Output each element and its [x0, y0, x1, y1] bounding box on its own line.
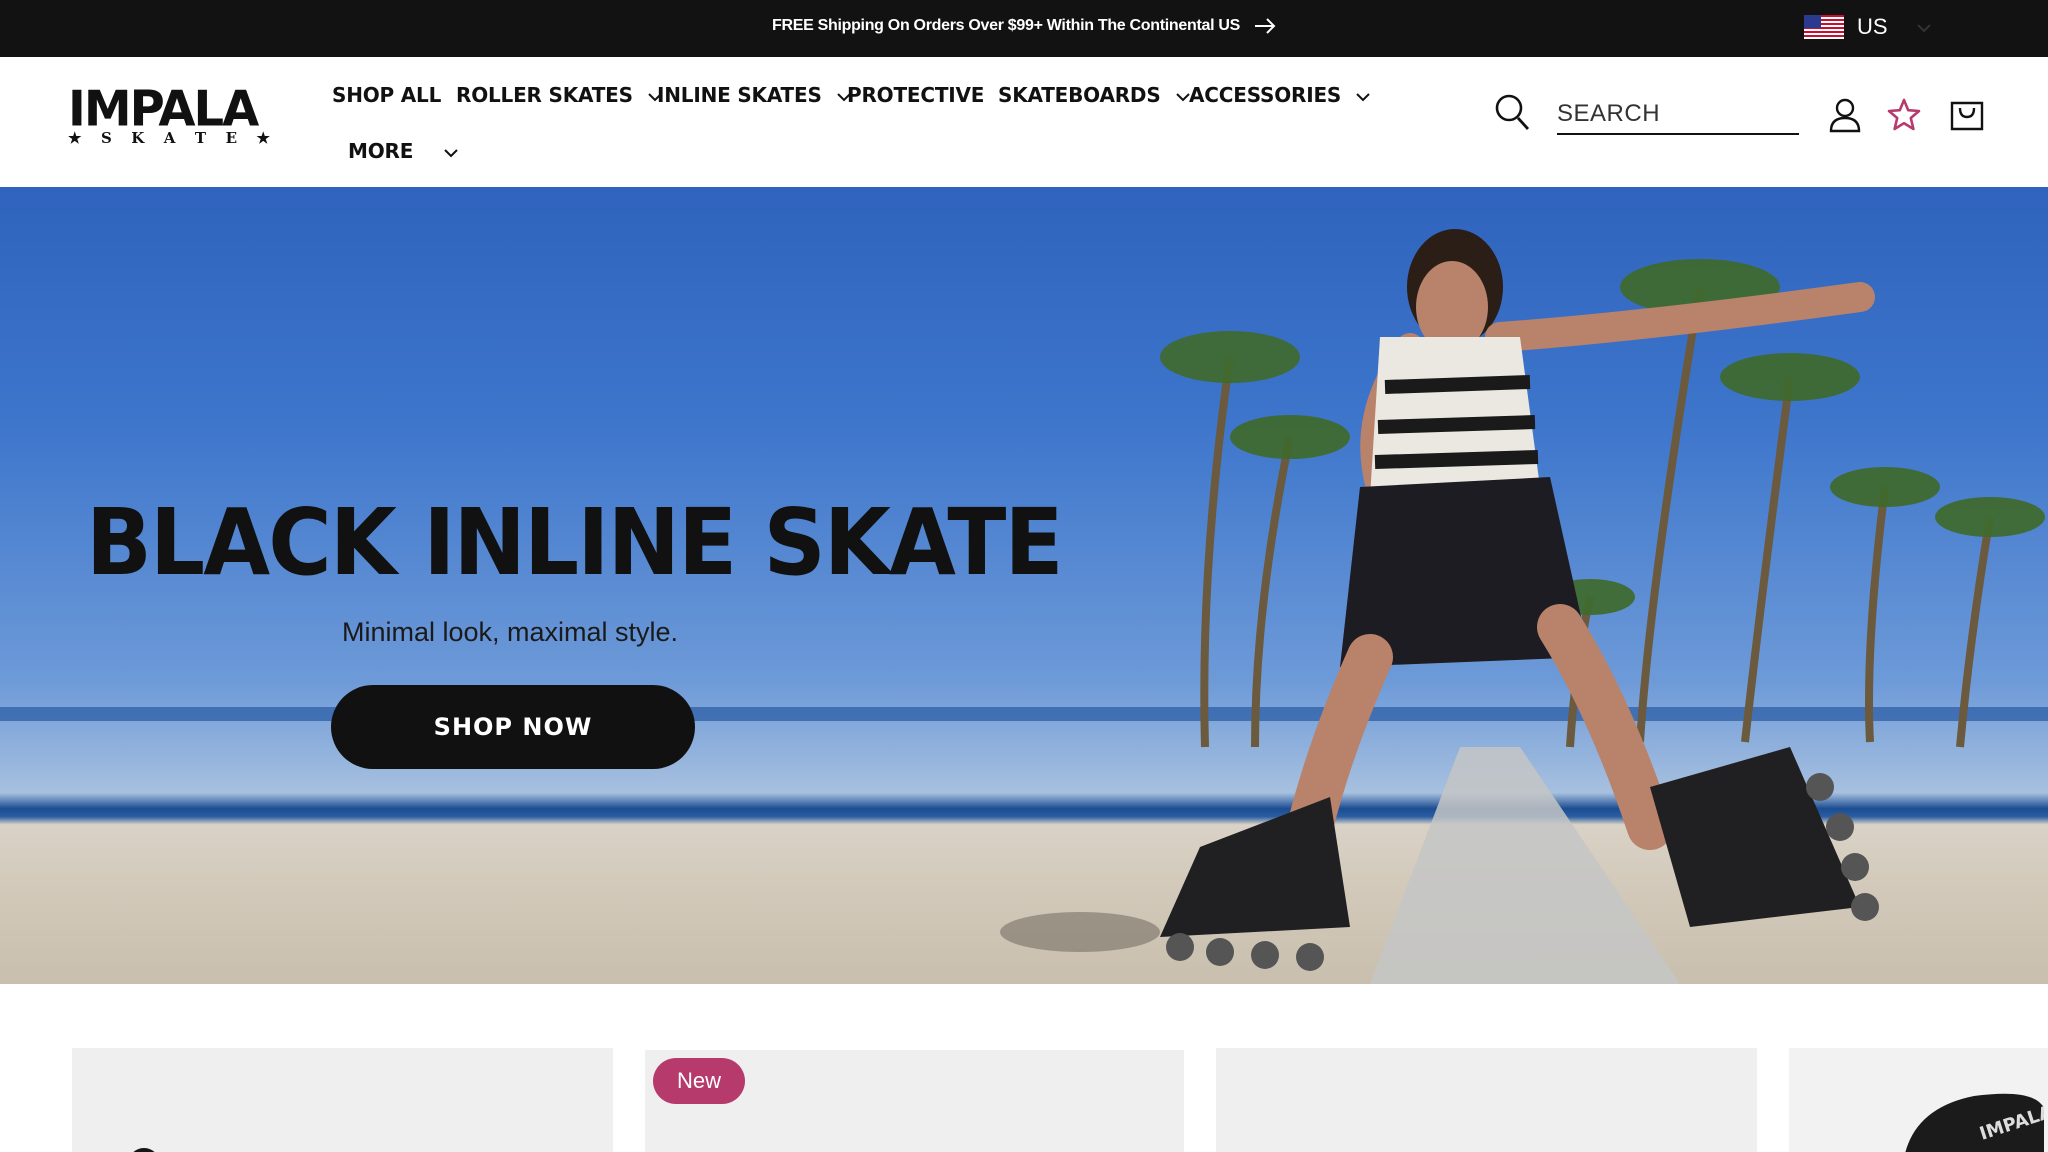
- announcement-text: FREE Shipping On Orders Over $99+ Within…: [772, 17, 1240, 34]
- locale-selector[interactable]: US: [1804, 13, 1932, 41]
- announcement-link-wrapper: FREE Shipping On Orders Over $99+ Within…: [0, 17, 2048, 35]
- chevron-down-icon: [1916, 20, 1932, 38]
- nav-item-accessories[interactable]: ACCESSORIES: [1189, 83, 1371, 107]
- cart-icon[interactable]: [1950, 95, 1984, 138]
- nav-item-skateboards[interactable]: SKATEBOARDS: [998, 83, 1191, 107]
- arrow-right-icon: [1254, 18, 1276, 34]
- nav-label: MORE: [348, 139, 414, 163]
- logo-star: ★: [256, 129, 270, 147]
- search-input[interactable]: [1557, 95, 1799, 135]
- nav-label: ROLLER SKATES: [456, 83, 633, 107]
- us-flag-icon: [1804, 15, 1844, 39]
- nav-item-roller-skates[interactable]: ROLLER SKATES: [456, 83, 663, 107]
- nav-item-more[interactable]: MORE: [348, 139, 459, 163]
- site-header: IMPALA ★ S K A T E ★ SHOP ALL ROLLER SKA…: [0, 57, 2048, 187]
- product-card[interactable]: IMPALA: [1789, 1048, 2048, 1152]
- product-card[interactable]: [72, 1048, 613, 1152]
- announcement-bar: FREE Shipping On Orders Over $99+ Within…: [0, 0, 2048, 57]
- announcement-link[interactable]: FREE Shipping On Orders Over $99+ Within…: [772, 17, 1276, 35]
- wishlist-star-icon[interactable]: [1886, 97, 1922, 138]
- nav-item-shop-all[interactable]: SHOP ALL: [332, 83, 441, 107]
- hero-title: BLACK INLINE SKATE: [86, 489, 1064, 596]
- product-carousel: New IMPALA: [0, 984, 2048, 1152]
- hero-banner[interactable]: BLACK INLINE SKATE Minimal look, maximal…: [0, 187, 2048, 984]
- product-image: IMPALA: [1905, 1093, 2044, 1152]
- nav-item-inline-skates[interactable]: INLINE SKATES: [657, 83, 852, 107]
- nav-label: ACCESSORIES: [1189, 83, 1342, 107]
- chevron-down-icon: [1355, 83, 1371, 107]
- nav-label: SHOP ALL: [332, 83, 442, 107]
- shop-now-button[interactable]: SHOP NOW: [331, 685, 695, 769]
- hero-subtitle: Minimal look, maximal style.: [341, 617, 679, 647]
- logo-wordmark: IMPALA: [68, 80, 259, 138]
- chevron-down-icon: [443, 139, 459, 163]
- search-icon[interactable]: [1494, 93, 1530, 136]
- impala-logo[interactable]: IMPALA ★ S K A T E ★: [68, 80, 270, 147]
- nav-label: SKATEBOARDS: [998, 83, 1161, 107]
- logo-letter: S: [100, 129, 112, 147]
- logo-letter: A: [163, 129, 176, 147]
- logo-letter: T: [194, 129, 207, 147]
- product-card[interactable]: [1216, 1048, 1757, 1152]
- logo-letter: K: [131, 129, 145, 147]
- logo-subline: ★ S K A T E ★: [68, 129, 270, 147]
- nav-label: PROTECTIVE: [847, 83, 985, 107]
- nav-label: INLINE SKATES: [657, 83, 822, 107]
- nav-item-protective[interactable]: PROTECTIVE: [847, 83, 984, 107]
- new-badge: New: [653, 1058, 746, 1104]
- account-icon[interactable]: [1828, 97, 1862, 138]
- logo-letter: E: [225, 129, 238, 147]
- product-card[interactable]: New: [645, 1050, 1184, 1152]
- locale-label: US: [1857, 14, 1888, 39]
- logo-star: ★: [68, 129, 82, 147]
- product-image: [133, 1148, 155, 1152]
